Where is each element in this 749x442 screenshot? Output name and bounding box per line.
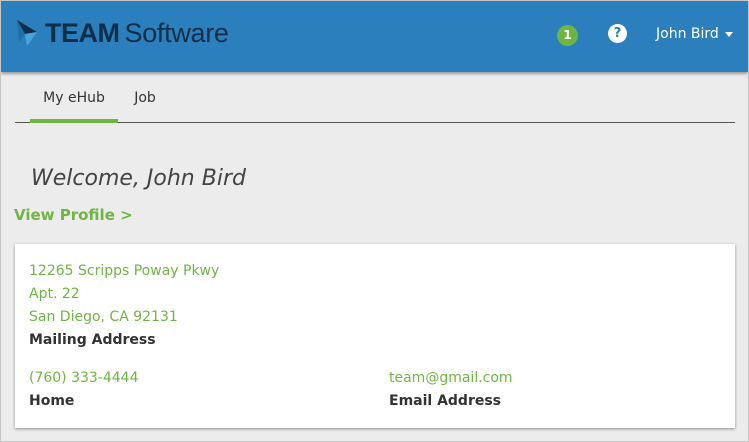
view-profile-link[interactable]: View Profile > xyxy=(14,206,133,224)
mailing-address-label: Mailing Address xyxy=(29,332,156,348)
email-label: Email Address xyxy=(389,393,502,409)
team-software-logo[interactable]: TEAM Software xyxy=(15,15,229,51)
phone-label: Home xyxy=(29,393,75,409)
user-name: John Bird xyxy=(656,26,719,42)
welcome-heading: Welcome, John Bird xyxy=(31,166,246,191)
address-line-3: San Diego, CA 92131 xyxy=(29,309,178,325)
logo-text-software: Software xyxy=(124,17,229,48)
chevron-down-icon xyxy=(724,31,733,37)
tab-bar: My eHub Job xyxy=(15,73,735,123)
logo-mark-icon xyxy=(17,20,37,46)
logo-text-team: TEAM xyxy=(45,17,120,48)
user-menu-button[interactable]: John Bird xyxy=(656,23,733,45)
help-icon[interactable]: ? xyxy=(608,24,627,43)
contact-info-card: 12265 Scripps Poway Pkwy Apt. 22 San Die… xyxy=(15,244,735,428)
email-value: team@gmail.com xyxy=(389,370,513,386)
app-window: TEAM Software 1 ? John Bird My eHub Job … xyxy=(0,0,749,442)
top-header: TEAM Software 1 ? John Bird xyxy=(1,1,748,72)
phone-value: (760) 333-4444 xyxy=(29,370,139,386)
notification-badge[interactable]: 1 xyxy=(557,25,578,46)
tab-job[interactable]: Job xyxy=(123,73,167,122)
address-line-1: 12265 Scripps Poway Pkwy xyxy=(29,263,220,279)
tab-my-ehub[interactable]: My eHub xyxy=(30,73,118,123)
address-line-2: Apt. 22 xyxy=(29,286,80,302)
